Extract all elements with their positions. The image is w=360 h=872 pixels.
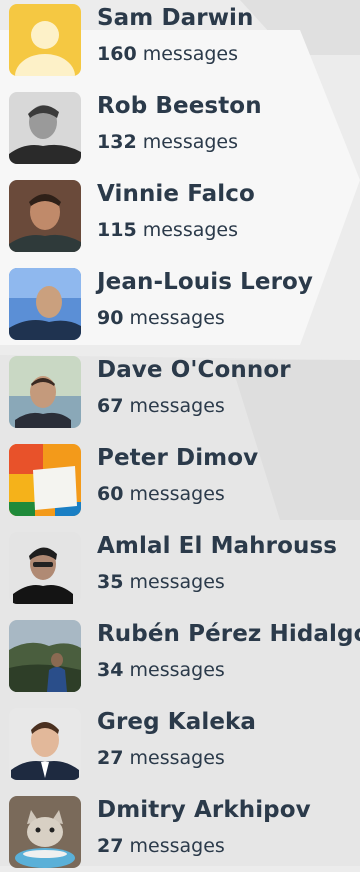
message-count: 60 messages — [97, 483, 225, 505]
count-unit: messages — [129, 835, 225, 857]
list-item[interactable]: Peter Dimov 60 messages — [0, 440, 360, 520]
count-value: 90 — [97, 307, 124, 329]
count-unit: messages — [142, 131, 239, 153]
count-unit: messages — [129, 307, 225, 329]
person-name: Vinnie Falco — [97, 181, 255, 207]
person-photo — [9, 708, 81, 780]
count-value: 27 — [97, 835, 124, 857]
count-value: 34 — [97, 659, 124, 681]
avatar — [9, 4, 81, 76]
message-count: 115 messages — [97, 219, 238, 241]
person-name: Greg Kaleka — [97, 709, 257, 735]
person-photo — [9, 356, 81, 428]
count-value: 35 — [97, 571, 124, 593]
message-count: 27 messages — [97, 835, 225, 857]
avatar — [9, 796, 81, 868]
count-unit: messages — [142, 219, 239, 241]
person-photo — [9, 532, 81, 604]
list-item[interactable]: Dave O'Connor 67 messages — [0, 352, 360, 432]
count-value: 115 — [97, 219, 137, 241]
count-unit: messages — [142, 43, 239, 65]
person-photo — [9, 620, 81, 692]
person-photo — [9, 180, 81, 252]
avatar — [9, 708, 81, 780]
person-name: Peter Dimov — [97, 445, 259, 471]
count-unit: messages — [129, 571, 225, 593]
person-name: Amlal El Mahrouss — [97, 533, 338, 559]
list-item[interactable]: Rob Beeston 132 messages — [0, 88, 360, 168]
list-item[interactable]: Jean-Louis Leroy 90 messages — [0, 264, 360, 344]
count-unit: messages — [129, 747, 225, 769]
person-name: Sam Darwin — [97, 5, 254, 31]
message-count: 35 messages — [97, 571, 225, 593]
cat-photo — [9, 796, 81, 868]
message-count: 34 messages — [97, 659, 225, 681]
count-value: 67 — [97, 395, 124, 417]
message-count: 27 messages — [97, 747, 225, 769]
person-photo — [9, 268, 81, 340]
count-value: 160 — [97, 43, 137, 65]
message-count: 90 messages — [97, 307, 225, 329]
person-name: Rubén Pérez Hidalgo — [97, 621, 360, 647]
person-name: Rob Beeston — [97, 93, 262, 119]
list-item[interactable]: Sam Darwin 160 messages — [0, 0, 360, 80]
avatar — [9, 180, 81, 252]
avatar — [9, 620, 81, 692]
tile-logo-icon — [9, 444, 81, 516]
count-unit: messages — [129, 395, 225, 417]
count-value: 27 — [97, 747, 124, 769]
list-item[interactable]: Vinnie Falco 115 messages — [0, 176, 360, 256]
count-value: 132 — [97, 131, 137, 153]
person-name: Dmitry Arkhipov — [97, 797, 311, 823]
list-item[interactable]: Amlal El Mahrouss 35 messages — [0, 528, 360, 608]
list-item[interactable]: Rubén Pérez Hidalgo 34 messages — [0, 616, 360, 696]
avatar — [9, 444, 81, 516]
message-count: 132 messages — [97, 131, 238, 153]
avatar — [9, 356, 81, 428]
count-value: 60 — [97, 483, 124, 505]
person-name: Dave O'Connor — [97, 357, 291, 383]
avatar — [9, 92, 81, 164]
count-unit: messages — [129, 659, 225, 681]
message-count: 67 messages — [97, 395, 225, 417]
avatar — [9, 268, 81, 340]
person-photo — [9, 92, 81, 164]
person-name: Jean-Louis Leroy — [97, 269, 314, 295]
default-avatar-icon — [9, 4, 81, 76]
list-item[interactable]: Dmitry Arkhipov 27 messages — [0, 792, 360, 872]
avatar — [9, 532, 81, 604]
count-unit: messages — [129, 483, 225, 505]
list-item[interactable]: Greg Kaleka 27 messages — [0, 704, 360, 784]
message-count: 160 messages — [97, 43, 238, 65]
